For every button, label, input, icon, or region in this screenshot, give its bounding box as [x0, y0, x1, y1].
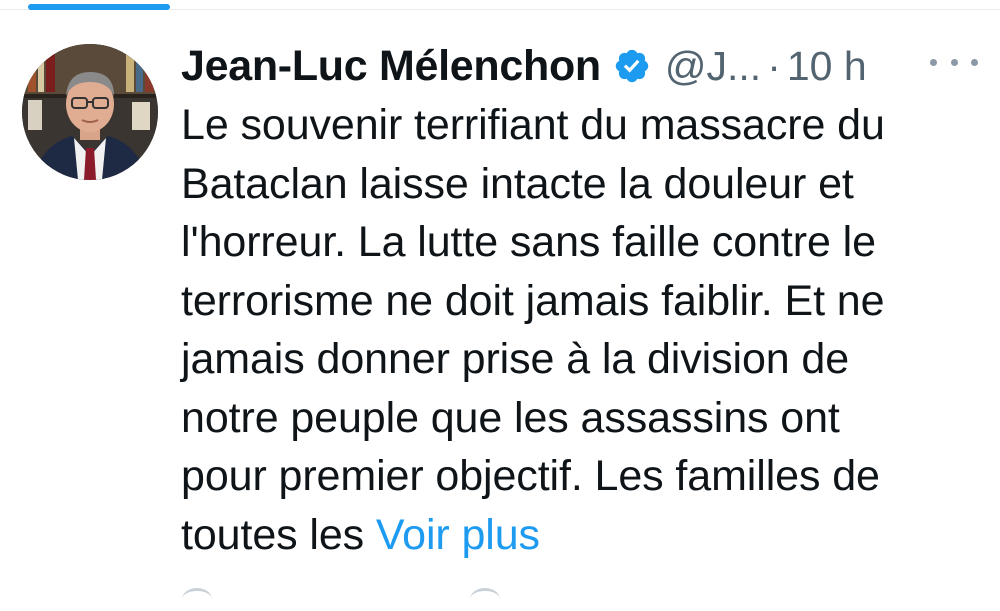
profile-photo [22, 44, 158, 180]
tweet-text-line: toutes les [181, 510, 365, 559]
tweet-text-line: Bataclan laisse intacte la douleur et [181, 159, 854, 208]
retweet-icon[interactable] [470, 588, 500, 611]
tweet-text-line: terrorisme ne doit jamais faiblir. Et ne [181, 276, 885, 325]
show-more-link[interactable]: Voir plus [376, 511, 540, 559]
tweet-text-line: notre peuple que les assassins ont [181, 393, 840, 442]
more-dot [950, 58, 958, 66]
active-tab-indicator [28, 4, 170, 10]
verified-badge-icon [613, 47, 651, 85]
more-dot [930, 58, 937, 66]
tweet-timestamp[interactable]: 10 h [787, 43, 867, 90]
header-separator: · [767, 42, 781, 89]
reply-icon[interactable] [182, 588, 212, 611]
author-handle[interactable]: @J... [665, 43, 761, 90]
tweet-text-last-line: toutes les Voir plus [181, 506, 981, 565]
tweet-text-line: Le souvenir terrifiant du massacre du [181, 101, 885, 149]
tweet-text-line: l'horreur. La lutte sans faille contre l… [181, 218, 876, 266]
author-avatar[interactable] [22, 44, 158, 180]
tweet-text-line: jamais donner prise à la division de [181, 335, 850, 383]
more-options-icon[interactable] [930, 50, 978, 74]
more-dot [971, 58, 978, 66]
tweet-header: Jean-Luc Mélenchon @J... · 10 h [181, 38, 867, 94]
tweet-text-line: pour premier objectif. Les familles de [181, 452, 880, 500]
author-display-name[interactable]: Jean-Luc Mélenchon [181, 42, 601, 91]
tweet-text: Le souvenir terrifiant du massacre du Ba… [181, 96, 981, 564]
